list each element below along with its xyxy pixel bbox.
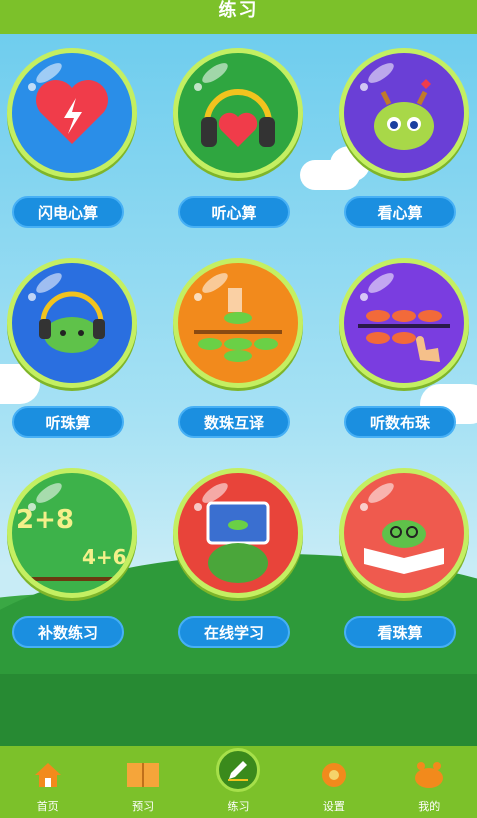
dragon-headphones-icon[interactable] xyxy=(7,258,137,388)
module-label[interactable]: 听珠算 xyxy=(12,406,124,438)
gear-icon xyxy=(317,758,351,792)
tab-label: 设置 xyxy=(322,800,345,813)
module-label[interactable]: 听心算 xyxy=(178,196,290,228)
equation-icon[interactable]: 2+8 4+6 xyxy=(7,468,137,598)
tab-mine[interactable]: 我的 xyxy=(389,758,469,814)
pencil-icon xyxy=(216,748,261,792)
module-online-learning[interactable]: 在线学习 xyxy=(168,468,308,668)
headphones-heart-icon[interactable] xyxy=(173,48,303,178)
book-dragon-icon[interactable] xyxy=(339,468,469,598)
tab-preview[interactable]: 预习 xyxy=(103,758,183,814)
lightning-heart-icon[interactable] xyxy=(7,48,137,178)
page-title: 练习 xyxy=(218,0,259,21)
tab-home[interactable]: 首页 xyxy=(8,758,88,814)
home-icon xyxy=(31,758,65,792)
tab-label: 首页 xyxy=(36,800,59,813)
tab-label: 练习 xyxy=(227,800,250,813)
abacus-hand-icon[interactable] xyxy=(339,258,469,388)
module-label[interactable]: 看心算 xyxy=(344,196,456,228)
module-label[interactable]: 补数练习 xyxy=(12,616,124,648)
module-label[interactable]: 数珠互译 xyxy=(178,406,290,438)
module-bead-translate[interactable]: 数珠互译 xyxy=(168,258,308,458)
module-label[interactable]: 听数布珠 xyxy=(344,406,456,438)
tab-label: 预习 xyxy=(132,800,155,813)
bottom-tab-bar: 首页 预习 练习 设置 我的 xyxy=(0,746,477,818)
equation-top: 2+8 xyxy=(16,505,74,535)
module-listen-mental[interactable]: 听心算 xyxy=(168,48,308,248)
dragon-icon[interactable] xyxy=(339,48,469,178)
module-label[interactable]: 看珠算 xyxy=(344,616,456,648)
tab-practice[interactable]: 练习 xyxy=(198,748,278,814)
crown-icon xyxy=(412,758,446,792)
module-label[interactable]: 在线学习 xyxy=(178,616,290,648)
module-listen-place-beads[interactable]: 听数布珠 xyxy=(334,258,474,458)
book-icon xyxy=(126,758,160,792)
online-abacus-icon[interactable] xyxy=(173,468,303,598)
module-label[interactable]: 闪电心算 xyxy=(12,196,124,228)
abacus-numbers-icon[interactable] xyxy=(173,258,303,388)
module-watch-abacus[interactable]: 看珠算 xyxy=(334,468,474,668)
header-bar: 练习 xyxy=(0,0,477,34)
equation-bottom: 4+6 xyxy=(82,545,127,569)
module-flash-mental[interactable]: 闪电心算 xyxy=(2,48,142,248)
tab-label: 我的 xyxy=(418,800,441,813)
background-scene: 闪电心算 听心算 看心算 听珠算 数珠互译 听数布珠 2+8 4+6 补数练习 … xyxy=(0,34,477,746)
module-complement-practice[interactable]: 2+8 4+6 补数练习 xyxy=(2,468,142,668)
module-listen-abacus[interactable]: 听珠算 xyxy=(2,258,142,458)
tab-settings[interactable]: 设置 xyxy=(294,758,374,814)
module-watch-mental[interactable]: 看心算 xyxy=(334,48,474,248)
